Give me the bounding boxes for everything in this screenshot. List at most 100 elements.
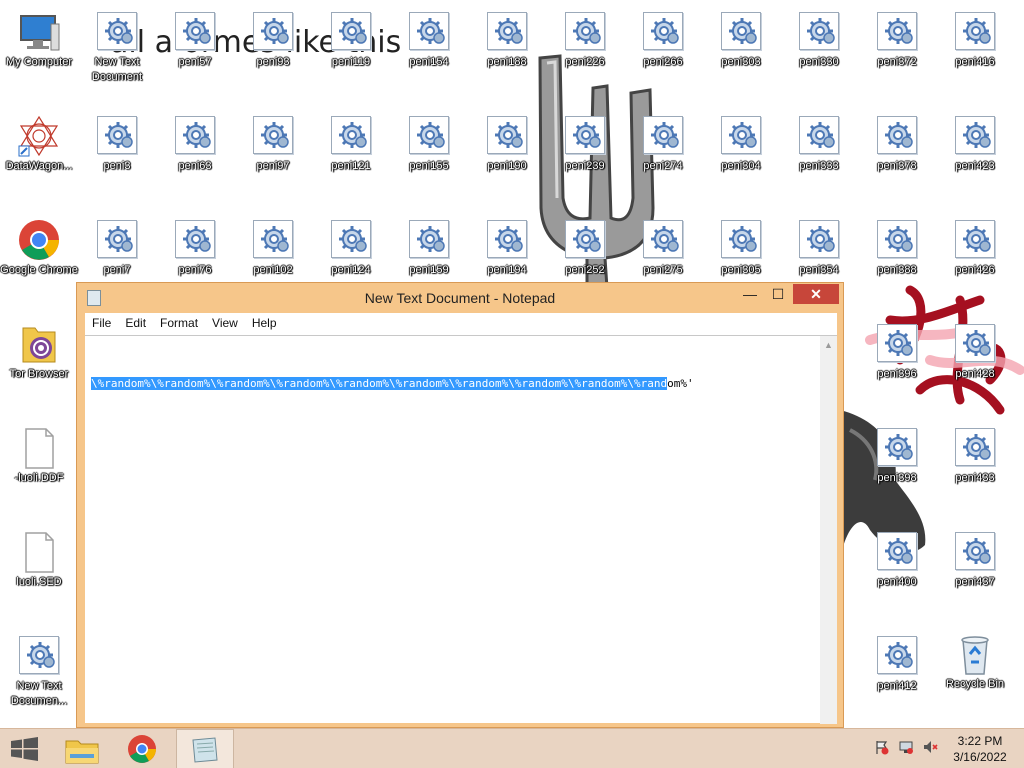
vertical-scrollbar[interactable]: ▲: [820, 336, 837, 724]
menu-view[interactable]: View: [205, 313, 245, 330]
desktop-shortcut[interactable]: luoli.SED: [0, 530, 78, 630]
desktop-shortcut[interactable]: Google Chrome: [0, 218, 78, 318]
desktop-shortcut[interactable]: peni3: [78, 114, 156, 214]
desktop-shortcut[interactable]: My Computer: [0, 10, 78, 110]
desktop-icon-label: -luoli.DDF: [14, 472, 64, 484]
system-file-icon: [173, 218, 217, 262]
recycle-bin-shortcut[interactable]: Recycle Bin: [936, 632, 1014, 732]
action-center-flag-icon[interactable]: [874, 739, 890, 755]
desktop-shortcut[interactable]: New Text Documen...: [0, 634, 78, 734]
desktop-shortcut[interactable]: peni266: [624, 10, 702, 110]
desktop-shortcut[interactable]: peni154: [390, 10, 468, 110]
desktop-shortcut[interactable]: peni97: [234, 114, 312, 214]
desktop-shortcut[interactable]: peni57: [156, 10, 234, 110]
desktop-icon-label: peni428: [955, 368, 995, 380]
system-file-icon: [953, 10, 997, 54]
system-file-icon: [875, 114, 919, 158]
text-editor-area[interactable]: \%random%\%random%\%random%\%random%\%ra…: [85, 335, 837, 724]
desktop-icon-label: peni194: [487, 264, 527, 276]
menu-help[interactable]: Help: [245, 313, 284, 330]
notepad-window[interactable]: New Text Document - Notepad — ☐ ✕ File Ed…: [76, 282, 844, 728]
desktop-icon-label: peni400: [877, 576, 917, 588]
desktop-icon-label: peni119: [331, 56, 371, 68]
system-clock[interactable]: 3:22 PM 3/16/2022: [940, 733, 1020, 765]
menu-file[interactable]: File: [85, 313, 118, 330]
desktop-shortcut[interactable]: peni426: [936, 218, 1014, 318]
desktop-shortcut[interactable]: peni433: [936, 426, 1014, 526]
system-file-icon: [953, 530, 997, 574]
desktop-shortcut[interactable]: peni304: [702, 114, 780, 214]
desktop-shortcut[interactable]: peni398: [858, 426, 936, 526]
file-icon: [17, 530, 61, 574]
desktop-shortcut[interactable]: peni372: [858, 10, 936, 110]
tor-browser-icon: [17, 322, 61, 366]
text-line[interactable]: \%random%\%random%\%random%\%random%\%ra…: [91, 376, 694, 391]
recycle-bin-icon: [961, 636, 989, 675]
desktop-shortcut[interactable]: peni416: [936, 10, 1014, 110]
network-icon[interactable]: [898, 739, 914, 755]
desktop-icon-label: My Computer: [5, 56, 73, 68]
scroll-up-arrow-icon[interactable]: ▲: [820, 340, 837, 350]
desktop-icon-label: peni97: [256, 160, 290, 172]
system-file-icon: [485, 114, 529, 158]
system-file-icon: [95, 114, 139, 158]
desktop-shortcut[interactable]: New Text Document: [78, 10, 156, 110]
desktop-shortcut[interactable]: -luoli.DDF: [0, 426, 78, 526]
start-button[interactable]: [0, 729, 50, 768]
system-file-icon: [563, 114, 607, 158]
close-button[interactable]: ✕: [793, 284, 839, 304]
desktop-shortcut[interactable]: Tor Browser: [0, 322, 78, 422]
desktop-shortcut[interactable]: peni121: [312, 114, 390, 214]
desktop-shortcut[interactable]: DataWagon...: [0, 114, 78, 214]
desktop-shortcut[interactable]: peni155: [390, 114, 468, 214]
desktop-shortcut[interactable]: peni274: [624, 114, 702, 214]
menu-format[interactable]: Format: [153, 313, 205, 330]
desktop-shortcut[interactable]: peni119: [312, 10, 390, 110]
desktop-icon-label: Google Chrome: [0, 264, 78, 276]
notepad-taskbar-button[interactable]: [176, 729, 234, 768]
datawagon-icon: [17, 114, 61, 158]
desktop-shortcut[interactable]: peni437: [936, 530, 1014, 630]
desktop-shortcut[interactable]: peni63: [156, 114, 234, 214]
chrome-icon: [17, 218, 61, 262]
desktop-shortcut[interactable]: peni190: [468, 114, 546, 214]
system-file-icon: [329, 218, 373, 262]
system-file-icon: [875, 218, 919, 262]
unselected-text[interactable]: om%': [667, 377, 694, 390]
desktop-icon-label: peni333: [799, 160, 839, 172]
desktop-icon-label: peni63: [178, 160, 212, 172]
desktop-shortcut[interactable]: peni239: [546, 114, 624, 214]
desktop-icon-label: peni102: [253, 264, 293, 276]
desktop-shortcut[interactable]: peni188: [468, 10, 546, 110]
desktop-shortcut[interactable]: peni378: [858, 114, 936, 214]
desktop-shortcut[interactable]: peni423: [936, 114, 1014, 214]
minimize-button[interactable]: —: [737, 284, 763, 304]
desktop-shortcut[interactable]: peni303: [702, 10, 780, 110]
title-bar[interactable]: New Text Document - Notepad — ☐ ✕: [77, 283, 843, 313]
maximize-button[interactable]: ☐: [765, 284, 791, 304]
desktop-icon-label: New Text Documen...: [10, 680, 68, 707]
desktop-shortcut[interactable]: peni400: [858, 530, 936, 630]
desktop-shortcut[interactable]: peni412: [858, 634, 936, 734]
desktop-shortcut[interactable]: peni388: [858, 218, 936, 318]
desktop-icon-label: peni354: [799, 264, 839, 276]
desktop-shortcut[interactable]: peni226: [546, 10, 624, 110]
desktop-shortcut[interactable]: peni428: [936, 322, 1014, 422]
system-file-icon: [95, 218, 139, 262]
desktop-icon-label: peni7: [103, 264, 131, 276]
desktop-shortcut[interactable]: peni396: [858, 322, 936, 422]
chrome-icon: [128, 735, 156, 763]
menu-edit[interactable]: Edit: [118, 313, 153, 330]
desktop-shortcut[interactable]: peni330: [780, 10, 858, 110]
system-file-icon: [251, 218, 295, 262]
volume-muted-icon[interactable]: [922, 739, 938, 755]
system-file-icon: [875, 634, 919, 678]
desktop-shortcut[interactable]: peni93: [234, 10, 312, 110]
system-file-icon: [563, 218, 607, 262]
google-chrome-button[interactable]: [114, 729, 170, 768]
desktop-shortcut[interactable]: peni333: [780, 114, 858, 214]
selected-text[interactable]: \%random%\%random%\%random%\%random%\%ra…: [91, 377, 668, 390]
desktop-icon-label: peni437: [955, 576, 995, 588]
folder-icon: [65, 740, 99, 764]
file-explorer-button[interactable]: [56, 729, 108, 768]
